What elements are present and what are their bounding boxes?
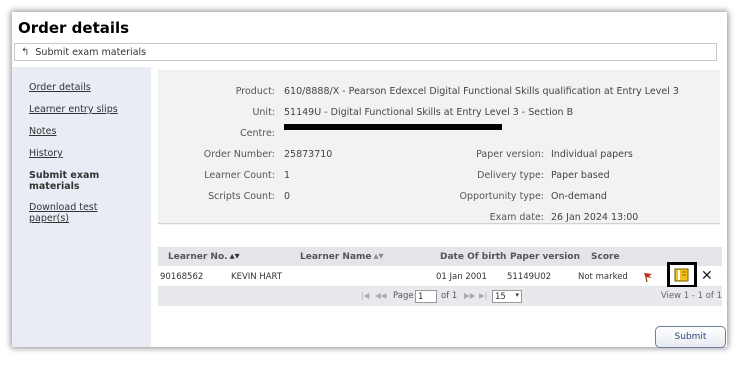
learners-table: Learner No. ▲▼ Learner Name ▲▼ Date Of bir… (158, 247, 722, 306)
col-learner-no-label: Learner No. (168, 252, 228, 262)
col-score: Score (591, 252, 620, 262)
sidebar-item-notes[interactable]: Notes (29, 126, 56, 137)
col-date-of-birth: Date Of birth (440, 252, 507, 262)
last-page-icon[interactable]: ▶| (479, 291, 487, 300)
flag-icon[interactable] (642, 271, 654, 283)
order-number-value: 25873710 (284, 149, 333, 160)
sort-icon: ▲▼ (229, 252, 240, 260)
learner-count-label: Learner Count: (204, 170, 275, 181)
page-number-input[interactable] (415, 290, 437, 303)
exam-date-label: Exam date: (489, 212, 544, 223)
cell-score: Not marked (578, 272, 628, 282)
product-value: 610/8888/X - Pearson Edexcel Digital Fun… (284, 86, 679, 97)
table-header: Learner No. ▲▼ Learner Name ▲▼ Date Of bir… (158, 247, 722, 266)
first-page-icon[interactable]: |◀ (361, 291, 369, 300)
page-label: Page (393, 291, 414, 301)
view-paper-button[interactable] (667, 262, 697, 288)
sidebar-item-download-test-papers[interactable]: Download test paper(s) (29, 202, 109, 224)
cell-learner-no: 90168562 (160, 272, 204, 282)
order-details-window: Order details ↰ Submit exam materials Or… (12, 12, 727, 348)
sidebar: Order details Learner entry slips Notes … (12, 67, 151, 347)
cell-learner-name: KEVIN HART (231, 272, 283, 282)
chevron-down-icon: ▾ (515, 291, 519, 299)
paper-version-label: Paper version: (476, 149, 544, 160)
scripts-count-value: 0 (284, 191, 291, 202)
sidebar-item-submit-exam-materials: Submit exam materials (29, 170, 100, 192)
rows-per-page-select[interactable]: 15 ▾ (492, 290, 522, 303)
unit-label: Unit: (252, 107, 275, 118)
view-count: View 1 - 1 of 1 (660, 291, 722, 301)
cell-dob: 01 Jan 2001 (436, 272, 487, 282)
prev-page-icon[interactable]: ◀◀ (375, 291, 387, 300)
rows-per-page-value: 15 (495, 291, 506, 302)
page-of-label: of 1 (441, 291, 458, 301)
close-icon[interactable]: ✕ (701, 268, 713, 284)
centre-label: Centre: (240, 128, 275, 139)
return-arrow-icon: ↰ (21, 46, 30, 58)
col-learner-no[interactable]: Learner No. ▲▼ (168, 252, 240, 262)
page-title: Order details (18, 19, 130, 37)
delivery-type-value: Paper based (551, 170, 610, 181)
exam-date-value: 26 Jan 2024 13:00 (551, 212, 639, 223)
submit-button[interactable]: Submit (655, 326, 726, 348)
table-pager: |◀ ◀◀ Page of 1 ▶▶ ▶| 15 ▾ View 1 - 1 of… (158, 287, 722, 306)
sidebar-item-learner-entry-slips[interactable]: Learner entry slips (29, 104, 118, 115)
unit-value: 51149U - Digital Functional Skills at En… (284, 107, 574, 118)
paper-version-value: Individual papers (551, 149, 633, 160)
order-number-label: Order Number: (203, 149, 275, 160)
sidebar-item-order-details[interactable]: Order details (29, 82, 91, 93)
main-content: Product: 610/8888/X - Pearson Edexcel Di… (151, 67, 727, 348)
col-learner-name[interactable]: Learner Name ▲▼ (300, 252, 384, 262)
cell-paper-version: 51149U02 (507, 272, 552, 282)
sidebar-item-history[interactable]: History (29, 148, 63, 159)
learner-count-value: 1 (284, 170, 291, 181)
submit-exam-materials-link[interactable]: ↰ Submit exam materials (14, 43, 717, 61)
opportunity-type-value: On-demand (551, 191, 607, 202)
centre-redaction (284, 124, 502, 130)
order-info-panel: Product: 610/8888/X - Pearson Edexcel Di… (158, 70, 720, 225)
next-page-icon[interactable]: ▶▶ (464, 291, 476, 300)
delivery-type-label: Delivery type: (477, 170, 544, 181)
info-divider (158, 223, 720, 224)
book-icon (674, 268, 689, 282)
product-label: Product: (235, 86, 275, 97)
col-paper-version: Paper version (510, 252, 580, 262)
back-link-label: Submit exam materials (35, 46, 147, 58)
table-row: 90168562 KEVIN HART 01 Jan 2001 51149U02… (158, 262, 722, 288)
scripts-count-label: Scripts Count: (208, 191, 275, 202)
col-learner-name-label: Learner Name (300, 252, 372, 262)
sort-icon: ▲▼ (373, 252, 384, 260)
opportunity-type-label: Opportunity type: (459, 191, 544, 202)
